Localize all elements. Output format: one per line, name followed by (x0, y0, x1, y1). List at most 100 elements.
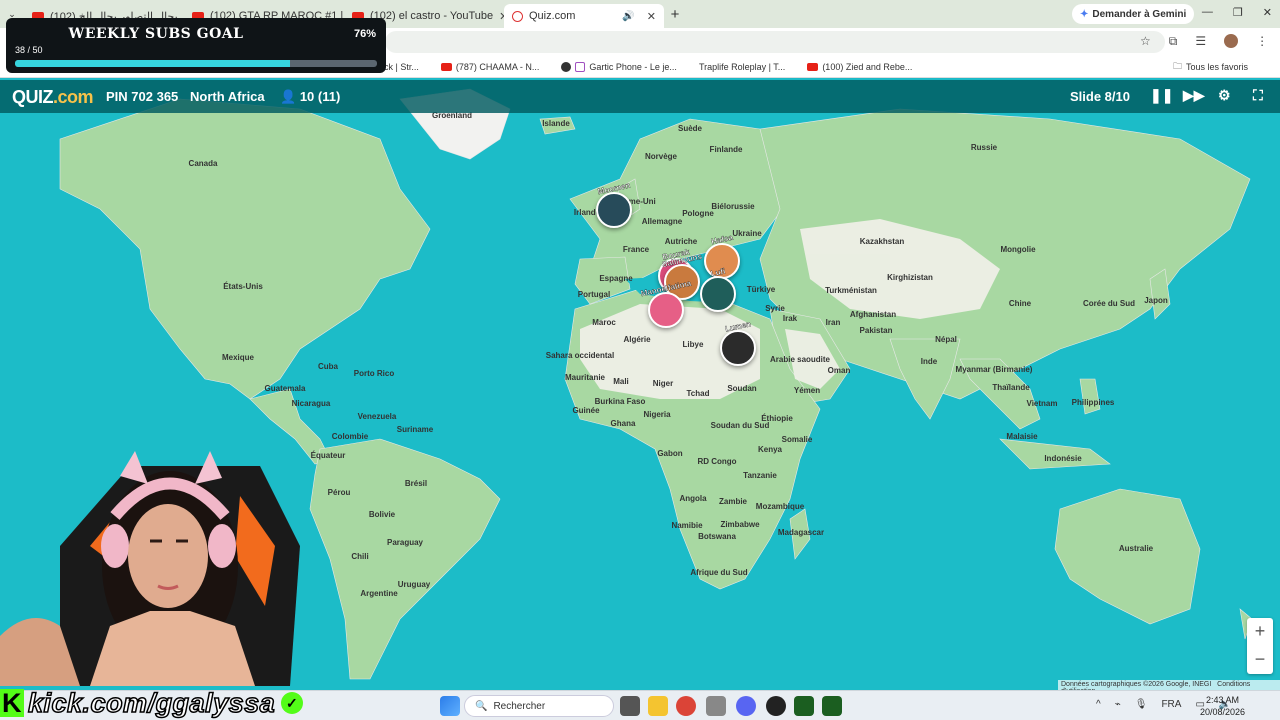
subs-goal-progress (15, 60, 377, 67)
map-label: Irak (782, 314, 798, 323)
face (128, 504, 208, 608)
restore-icon[interactable]: ❐ (1233, 6, 1243, 19)
bookmark-label: Gartic Phone - Le je... (589, 61, 677, 72)
bookmark-2[interactable]: (787) CHAAMA - N... (440, 62, 539, 72)
map-label: Myanmar (Birmanie) (955, 365, 1033, 374)
file-explorer-icon[interactable] (648, 696, 668, 716)
game-pin: PIN 702 365 (106, 89, 179, 104)
map-label: Angola (679, 494, 707, 503)
windows-start-icon[interactable] (440, 696, 460, 716)
map-label: Guinée (572, 406, 600, 415)
star-icon[interactable]: ☆ (1140, 34, 1151, 49)
map-label: Afghanistan (849, 310, 897, 319)
user-icon: 👤 (280, 89, 300, 104)
map-label: Ghana (610, 419, 636, 428)
kick-channel-banner: K kick.com/ggalyssa ✓ (0, 686, 304, 720)
taskbar-clock[interactable]: 2:43 AM 20/08/2026 (1200, 694, 1245, 718)
map-label: Australie (1118, 544, 1154, 553)
map-label: Suriname (396, 425, 434, 434)
chevron-up-icon[interactable]: ^ (1096, 699, 1101, 710)
map-label: Thaïlande (992, 383, 1030, 392)
tab-search-icon[interactable]: ☰ (1195, 34, 1206, 49)
logo-suffix: .com (53, 87, 94, 107)
new-tab-icon[interactable]: + (664, 6, 686, 23)
map-label: Namibie (671, 521, 703, 530)
map-label: Autriche (664, 237, 698, 246)
window-close-icon[interactable]: ✕ (1263, 6, 1272, 19)
clock-time: 2:43 AM (1206, 695, 1240, 705)
map-label: Turkménistan (825, 286, 877, 295)
gemini-label: Demander à Gemini (1092, 8, 1187, 20)
speaker-icon[interactable]: 🔊 (622, 11, 634, 22)
map-label: RD Congo (697, 457, 737, 466)
logo-text: QUIZ (12, 87, 54, 107)
map-label: Oman (827, 366, 851, 375)
map-label: Arabie saoudite (769, 355, 831, 364)
bookmark-5[interactable]: (100) Zied and Rebe... (807, 62, 912, 72)
map-label: Iran (825, 318, 841, 327)
profile-avatar[interactable] (1224, 34, 1239, 48)
map-label: Norvège (644, 152, 678, 161)
bookmark-4[interactable]: Traplife Roleplay | T... (699, 62, 785, 72)
map-label: Yémen (793, 386, 821, 395)
app-icon[interactable] (706, 696, 726, 716)
settings-icon[interactable]: ⚙ (1218, 87, 1231, 104)
language-indicator[interactable]: FRA (1161, 699, 1181, 710)
fullscreen-icon[interactable]: ⛶ (1253, 87, 1263, 104)
menu-icon[interactable]: ⋮ (1256, 34, 1268, 49)
map-label: Pakistan (859, 326, 893, 335)
map-label: Algérie (623, 335, 651, 344)
bookmark-label: Traplife Roleplay | T... (698, 61, 786, 72)
map-label: Mauritanie (564, 373, 606, 382)
omnibox[interactable] (385, 31, 1165, 53)
map-label: Somalie (781, 435, 813, 444)
subs-goal-widget: WEEKLY SUBS GOAL 76% 38 / 50 (6, 18, 386, 73)
all-favorites[interactable]: 🗀 Tous les favoris (1173, 59, 1248, 75)
map-label: Porto Rico (353, 369, 395, 378)
search-placeholder: Rechercher (493, 700, 546, 712)
obs-icon[interactable] (766, 696, 786, 716)
map-label: Mongolie (1000, 245, 1036, 254)
taskbar-search[interactable]: 🔍 Rechercher (464, 695, 614, 717)
mic-icon[interactable]: 🎙 (1135, 699, 1148, 710)
bookmark-label: ck | Str... (384, 61, 419, 72)
terminal-icon[interactable] (822, 696, 842, 716)
player-marker (720, 330, 756, 366)
map-label: Canada (188, 159, 218, 168)
minimize-icon[interactable]: — (1202, 6, 1213, 19)
close-icon[interactable]: ✕ (647, 10, 656, 23)
bookmark-label: (100) Zied and Rebe... (822, 61, 913, 72)
map-label: Uruguay (397, 580, 431, 589)
map-label: Suède (677, 124, 703, 133)
map-label: Tchad (686, 389, 710, 398)
map-label: Cuba (318, 362, 338, 371)
map-label: Syrie (765, 304, 785, 313)
map-label: Soudan du Sud (710, 421, 770, 430)
map-label: Afrique du Sud (690, 568, 748, 577)
map-label: Japon (1144, 296, 1168, 305)
map-label: Madagascar (777, 528, 825, 537)
gemini-button[interactable]: ✦ Demander à Gemini (1072, 4, 1195, 24)
task-view-icon[interactable] (620, 696, 640, 716)
skip-icon[interactable]: ▶▶ (1183, 87, 1205, 104)
map-label: Nigeria (643, 410, 671, 419)
chrome-icon[interactable] (676, 696, 696, 716)
streamlabs-icon[interactable] (794, 696, 814, 716)
map-label: France (622, 245, 650, 254)
map-label: Kenya (757, 445, 783, 454)
zoom-out-button[interactable]: − (1247, 646, 1273, 674)
tab-quiz[interactable]: Quiz.com 🔊 ✕ (504, 4, 664, 28)
discord-icon[interactable] (736, 696, 756, 716)
map-label: Finlande (709, 145, 743, 154)
quiz-logo[interactable]: QUIZ.com (12, 87, 94, 108)
ear-cup-left (101, 524, 129, 568)
extensions-icon[interactable]: ⧉ (1169, 34, 1178, 49)
bookmark-3[interactable]: Gartic Phone - Le je... (561, 61, 677, 72)
zoom-in-button[interactable]: + (1247, 618, 1273, 646)
network-icon[interactable]: ⌁ (1115, 699, 1121, 710)
verified-check-icon: ✓ (281, 692, 304, 714)
bookmark-1[interactable]: ck | Str... (384, 62, 419, 72)
pause-icon[interactable]: ❚❚ (1150, 87, 1173, 104)
attribution-text: Données cartographiques ©2026 Google, IN… (1061, 681, 1212, 688)
search-icon: 🔍 (475, 700, 488, 712)
